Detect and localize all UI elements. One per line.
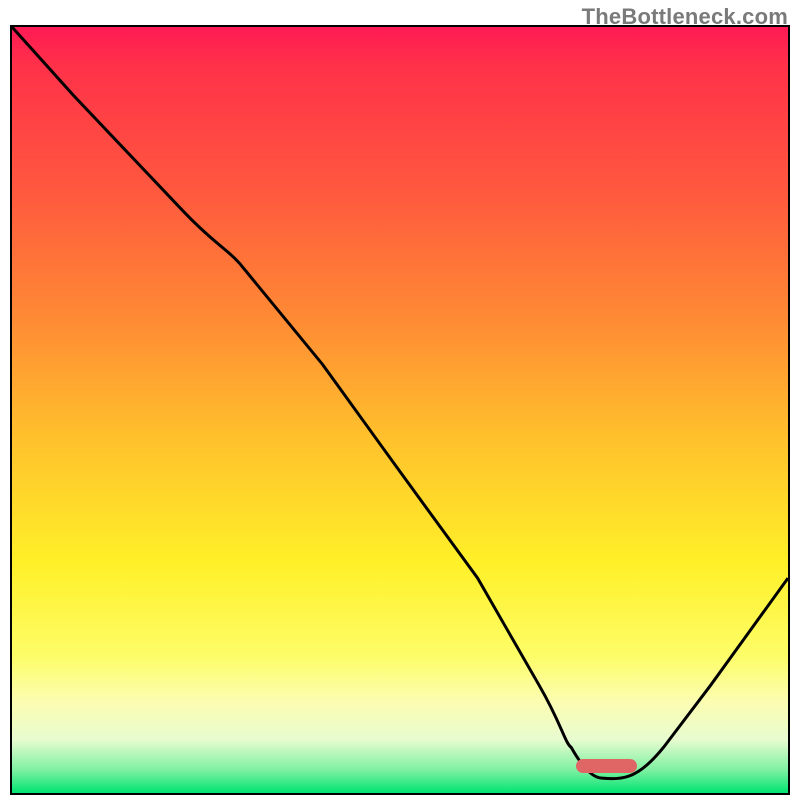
optimum-marker [576,759,637,773]
bottleneck-curve [12,27,788,793]
chart-frame [10,25,790,795]
